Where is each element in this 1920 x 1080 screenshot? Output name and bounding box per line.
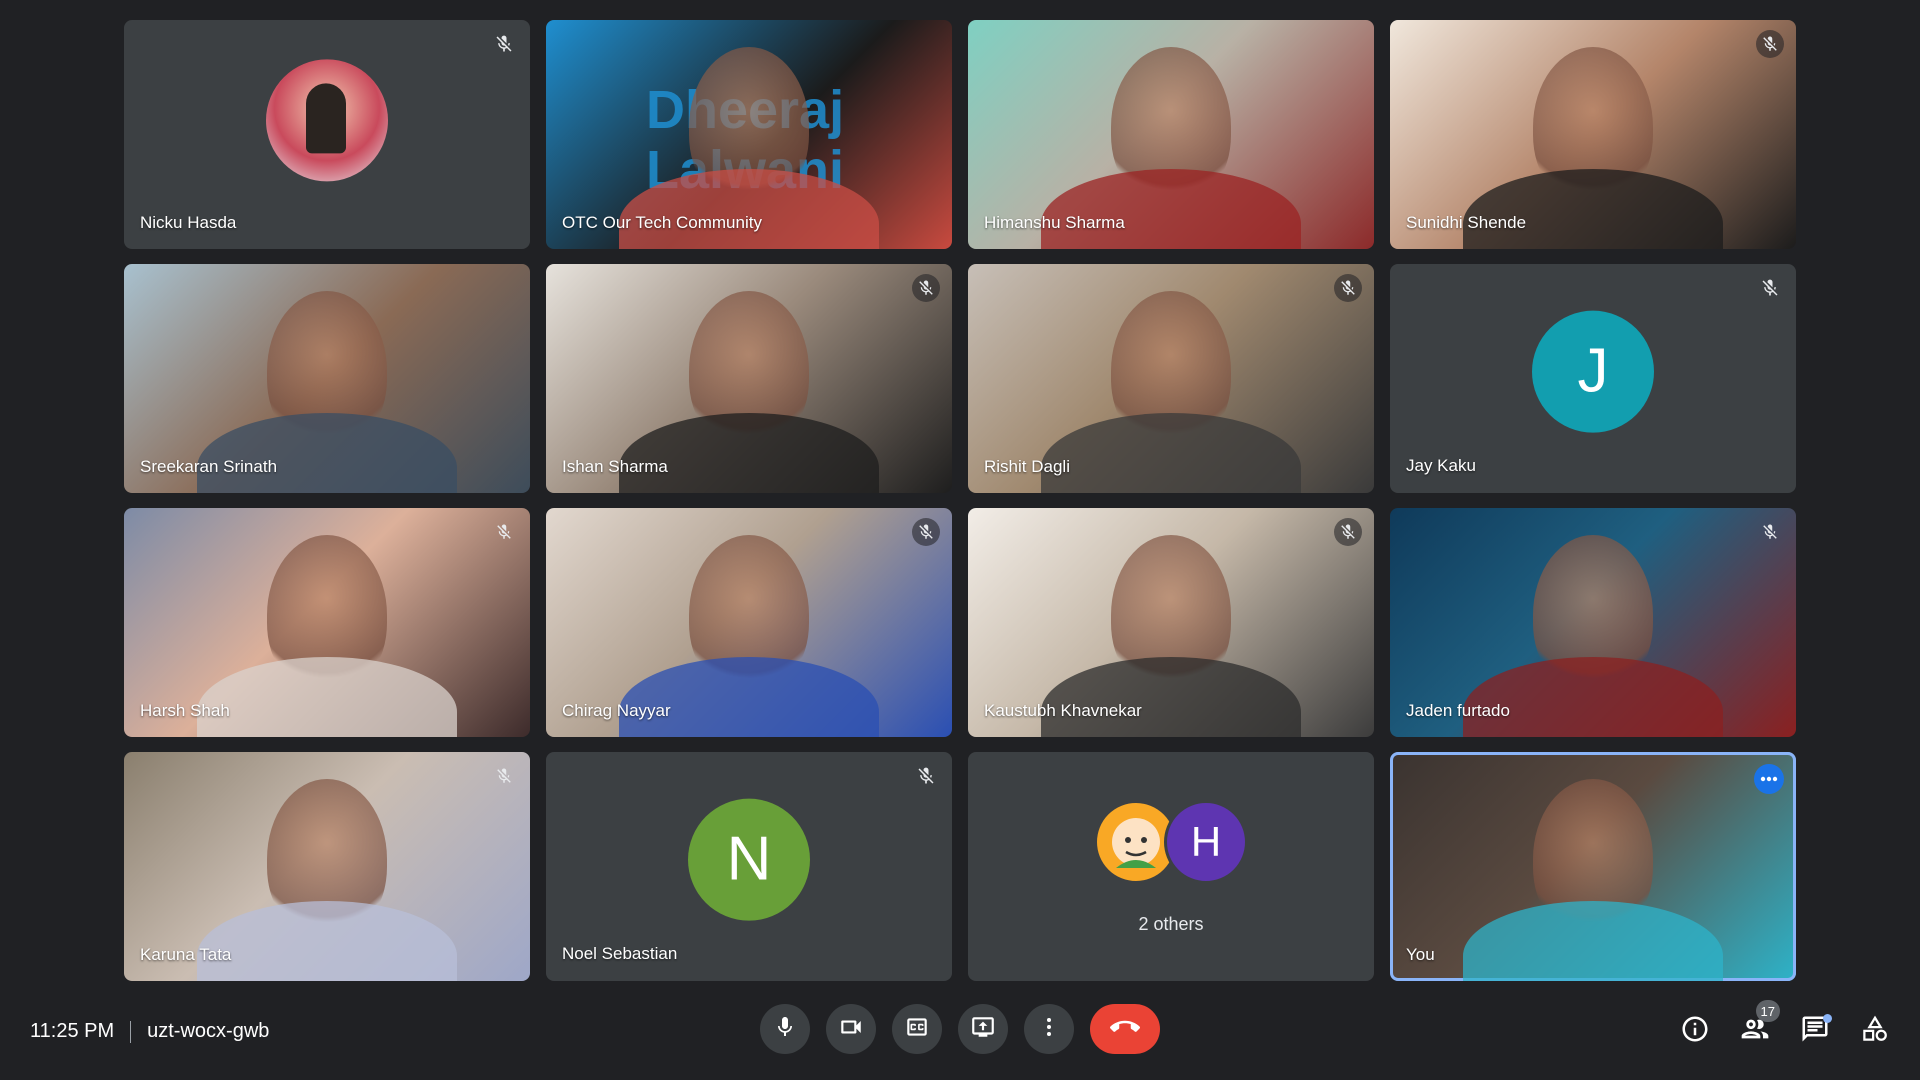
- video-feed-body: [619, 413, 879, 493]
- participant-name: Ishan Sharma: [562, 457, 668, 476]
- participant-name: Kaustubh Khavnekar: [984, 701, 1142, 720]
- profile-photo-avatar: [266, 58, 388, 181]
- participant-tile[interactable]: Harsh Shah: [124, 508, 530, 737]
- mic-off-icon: [1756, 518, 1784, 546]
- mic-off-icon: [912, 518, 940, 546]
- participant-name: Karuna Tata: [140, 945, 232, 964]
- participant-name: Noel Sebastian: [562, 944, 678, 963]
- mic-icon: [773, 1015, 797, 1044]
- participant-tile[interactable]: Jaden furtado: [1390, 508, 1796, 737]
- video-feed-body: [1041, 169, 1301, 249]
- video-feed-body: [1041, 657, 1301, 737]
- self-view-tile[interactable]: You: [1390, 752, 1796, 981]
- participant-tile[interactable]: Sreekaran Srinath: [124, 264, 530, 493]
- participant-grid: Nicku Hasda Dheeraj Lalwani OTC Our Tech…: [124, 20, 1796, 981]
- leave-call-button[interactable]: [1090, 1004, 1160, 1054]
- more-options-button[interactable]: [1754, 764, 1784, 794]
- call-controls: [760, 1004, 1160, 1054]
- participant-tile[interactable]: Nicku Hasda: [124, 20, 530, 249]
- participant-tile[interactable]: Ishan Sharma: [546, 264, 952, 493]
- present-icon: [970, 1014, 996, 1045]
- letter-avatar: J: [1532, 310, 1654, 433]
- side-panel-controls: 17: [1676, 1000, 1894, 1050]
- participant-tile[interactable]: Dheeraj Lalwani OTC Our Tech Community: [546, 20, 952, 249]
- more-vert-icon: [1037, 1015, 1061, 1044]
- meeting-info: 11:25 PM uzt-wocx-gwb: [30, 1020, 269, 1043]
- current-time: 11:25 PM: [30, 1020, 115, 1042]
- mic-off-icon: [912, 762, 940, 790]
- video-feed-body: [1041, 413, 1301, 493]
- more-options-button[interactable]: [1024, 1004, 1074, 1054]
- participant-name: Jay Kaku: [1406, 456, 1476, 475]
- video-feed-body: [197, 657, 457, 737]
- camera-icon: [838, 1014, 864, 1045]
- participant-tile[interactable]: Rishit Dagli: [968, 264, 1374, 493]
- mic-off-icon: [1334, 274, 1362, 302]
- participant-tile[interactable]: Sunidhi Shende: [1390, 20, 1796, 249]
- meeting-details-button[interactable]: [1676, 1012, 1714, 1050]
- mic-off-icon: [490, 762, 518, 790]
- camera-button[interactable]: [826, 1004, 876, 1054]
- participant-tile[interactable]: Kaustubh Khavnekar: [968, 508, 1374, 737]
- participant-name: You: [1406, 945, 1435, 964]
- participant-tile[interactable]: Chirag Nayyar: [546, 508, 952, 737]
- participant-name: Harsh Shah: [140, 701, 230, 720]
- participant-name: Himanshu Sharma: [984, 213, 1125, 232]
- others-count-label: 2 others: [1138, 914, 1204, 934]
- captions-button[interactable]: [892, 1004, 942, 1054]
- letter-avatar: N: [688, 798, 810, 921]
- participant-name: OTC Our Tech Community: [562, 213, 762, 232]
- mic-off-icon: [1756, 30, 1784, 58]
- participant-tile[interactable]: Himanshu Sharma: [968, 20, 1374, 249]
- microphone-button[interactable]: [760, 1004, 810, 1054]
- video-feed-body: [619, 657, 879, 737]
- people-button[interactable]: 17: [1736, 1000, 1780, 1050]
- participant-name: Rishit Dagli: [984, 457, 1070, 476]
- activities-icon: [1860, 1014, 1890, 1049]
- end-call-icon: [1110, 1012, 1140, 1047]
- mic-off-icon: [1334, 518, 1362, 546]
- video-feed-body: [1463, 657, 1723, 737]
- video-feed-body: [1463, 169, 1723, 249]
- participant-name: Jaden furtado: [1406, 701, 1510, 720]
- meeting-code: uzt-wocx-gwb: [147, 1020, 270, 1042]
- letter-avatar: H: [1164, 800, 1248, 884]
- participant-name: Sunidhi Shende: [1406, 213, 1527, 232]
- divider: [130, 1020, 132, 1043]
- unread-dot: [1823, 1014, 1832, 1023]
- mic-off-icon: [490, 30, 518, 58]
- people-count-badge: 17: [1755, 1000, 1780, 1022]
- present-screen-button[interactable]: [958, 1004, 1008, 1054]
- mic-off-icon: [912, 274, 940, 302]
- video-feed-body: [197, 901, 457, 981]
- others-tile[interactable]: H 2 others: [968, 752, 1374, 981]
- mic-off-icon: [1756, 274, 1784, 302]
- activities-button[interactable]: [1856, 1012, 1894, 1050]
- participant-name: Sreekaran Srinath: [140, 457, 278, 476]
- bottom-toolbar: 11:25 PM uzt-wocx-gwb 17: [0, 990, 1920, 1080]
- participant-tile[interactable]: J Jay Kaku: [1390, 264, 1796, 493]
- captions-icon: [904, 1014, 930, 1045]
- video-feed-body: [197, 413, 457, 493]
- info-icon: [1680, 1014, 1710, 1049]
- others-avatars: H: [1094, 800, 1248, 884]
- video-feed-body: [1463, 901, 1723, 981]
- chat-button[interactable]: [1796, 1012, 1834, 1050]
- participant-tile[interactable]: N Noel Sebastian: [546, 752, 952, 981]
- mic-off-icon: [490, 518, 518, 546]
- participant-name: Nicku Hasda: [140, 213, 237, 232]
- participant-name: Chirag Nayyar: [562, 701, 671, 720]
- participant-tile[interactable]: Karuna Tata: [124, 752, 530, 981]
